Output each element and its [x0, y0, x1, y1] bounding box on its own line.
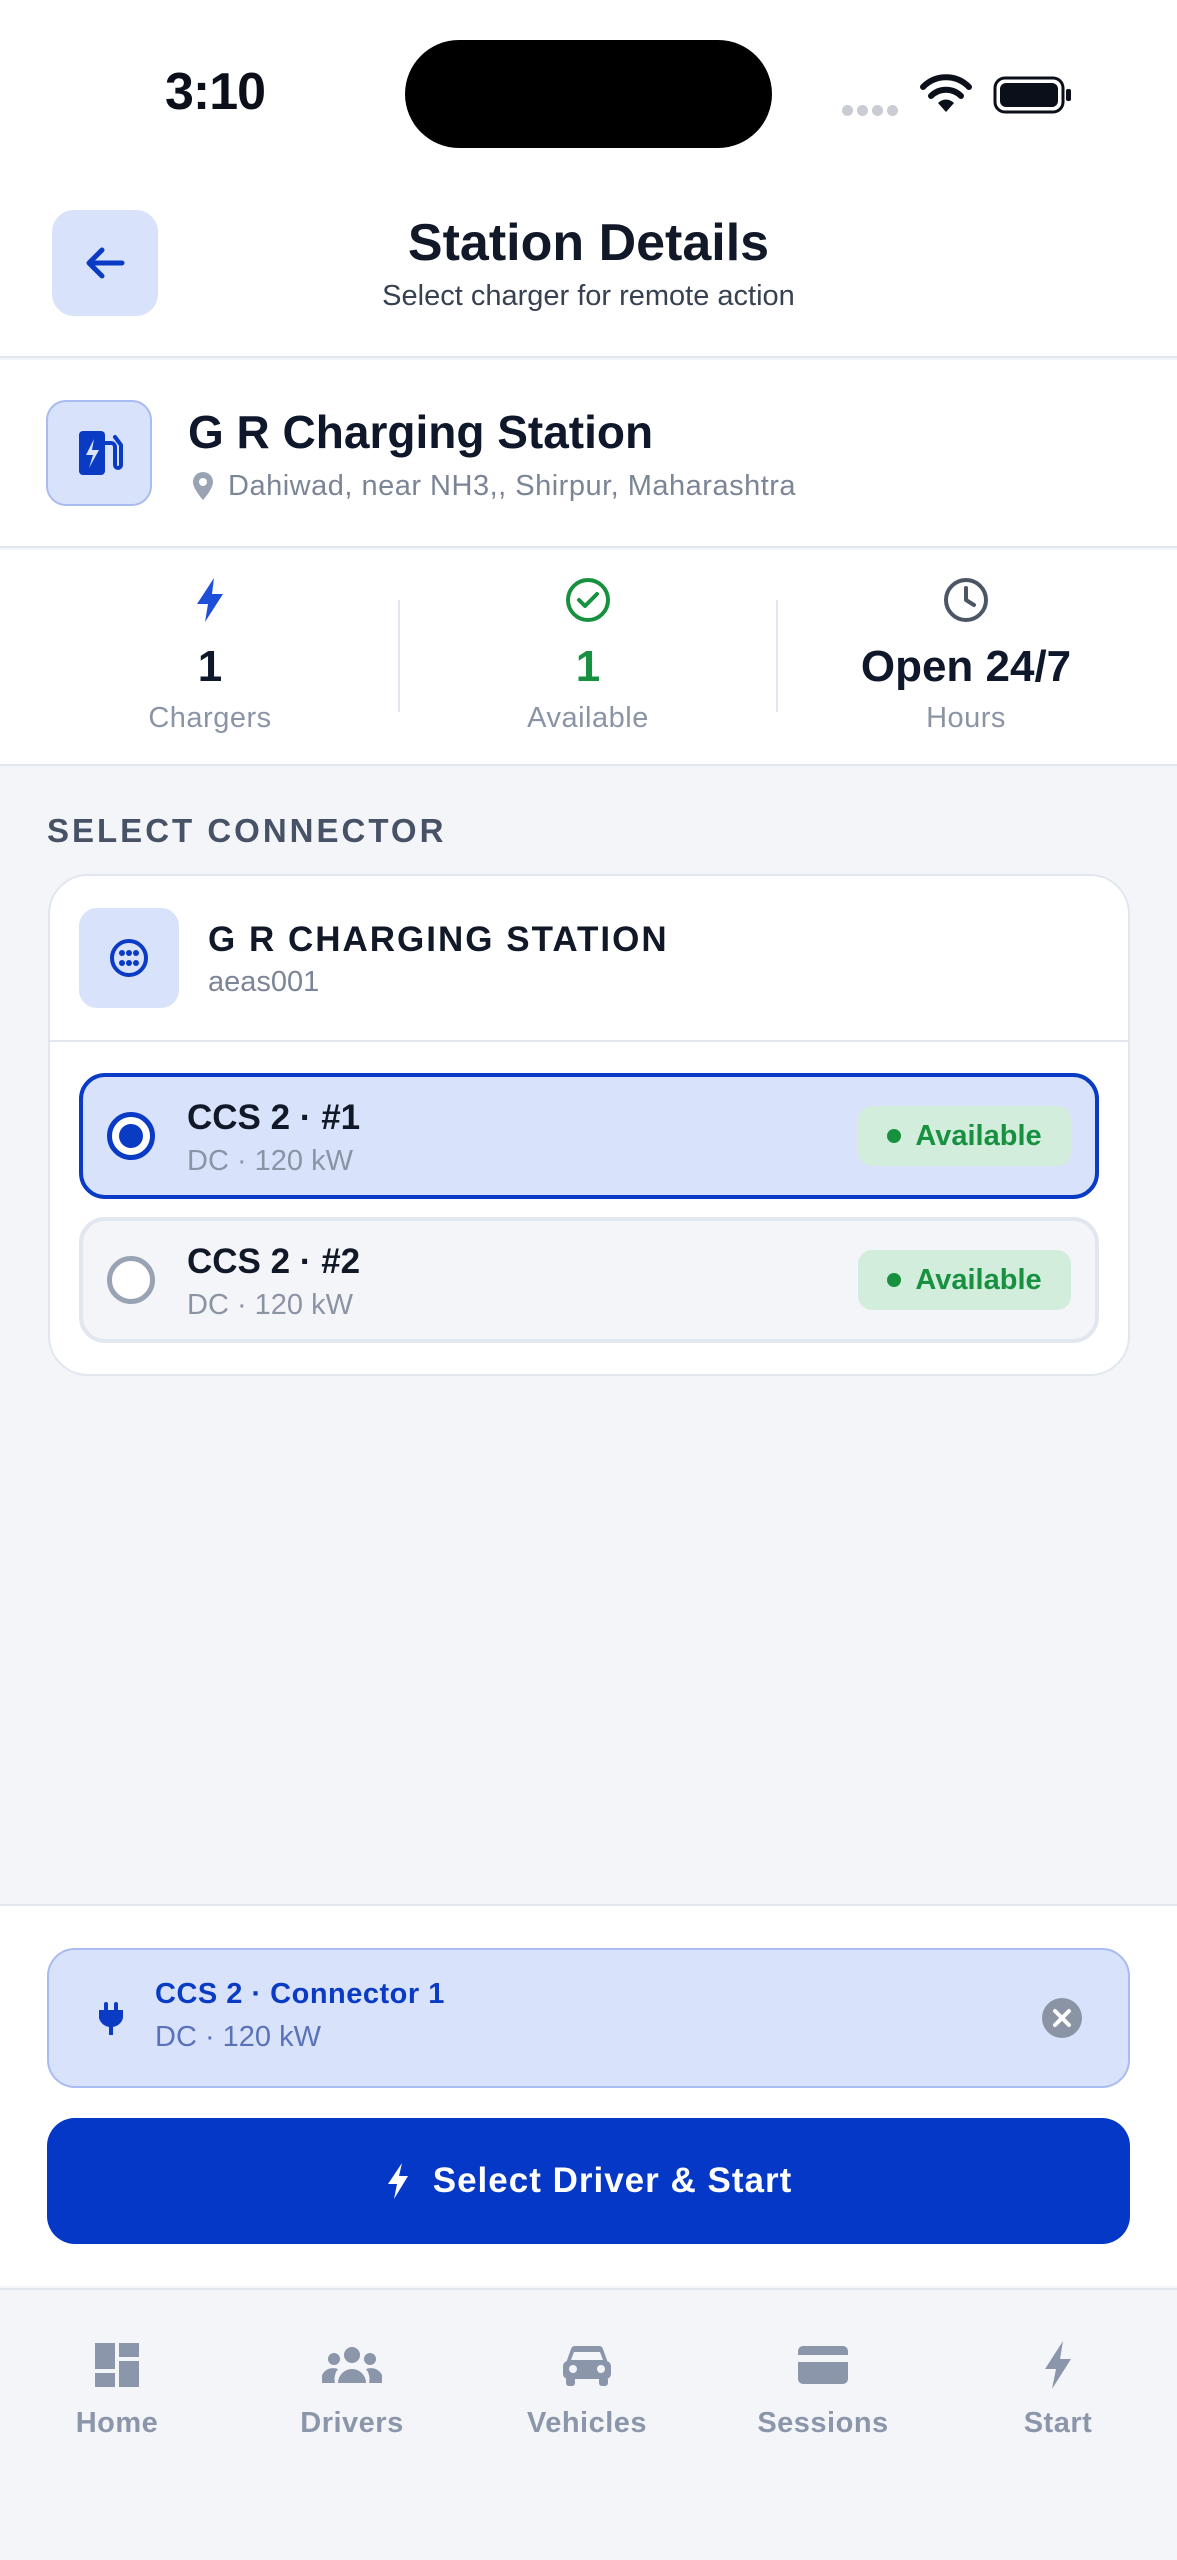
selected-connector-chip: [47, 1948, 1130, 2088]
connector-subtitle: DC · 120 kW: [187, 1145, 353, 1177]
nav-item-home[interactable]: Home: [17, 2335, 217, 2440]
nav-label: Start: [1023, 2407, 1093, 2439]
car-icon: [563, 2345, 611, 2386]
page-title: Station Details: [407, 214, 770, 272]
stat-value: 1: [197, 642, 223, 691]
status-dot: [887, 1273, 902, 1287]
status-badge: Available: [858, 1106, 1071, 1166]
connector-plug-icon: [79, 908, 179, 1008]
people-icon: [322, 2347, 382, 2383]
stat-value: Open 24/7: [860, 642, 1072, 691]
bolt-icon: [387, 2163, 408, 2199]
dynamic-island: [405, 40, 772, 148]
nav-item-sessions[interactable]: Sessions: [723, 2335, 923, 2440]
nav-item-vehicles[interactable]: Vehicles: [487, 2335, 687, 2440]
status-text: Available: [915, 1263, 1042, 1296]
stat-label: Chargers: [148, 702, 272, 734]
status-dot: [887, 1129, 902, 1143]
check-circle-icon: [566, 578, 610, 622]
card-icon: [798, 2346, 848, 2384]
nav-item-drivers[interactable]: Drivers: [252, 2335, 452, 2440]
status-text: Available: [915, 1119, 1042, 1152]
radio-unselected[interactable]: [107, 1256, 155, 1304]
signal-icon: [842, 103, 902, 121]
close-icon[interactable]: [1041, 1997, 1083, 2039]
dashboard-icon: [95, 2343, 139, 2387]
stat-value: 1: [575, 642, 601, 691]
connector-title: CCS 2 · #1: [187, 1098, 361, 1137]
station-name: G R Charging Station: [188, 406, 654, 458]
location-pin-icon: [193, 472, 213, 500]
selected-connector-subtitle: DC · 120 kW: [155, 2021, 321, 2053]
select-driver-start-button[interactable]: Select Driver & Start: [47, 2118, 1130, 2244]
section-label: SELECT CONNECTOR: [47, 812, 447, 849]
charger-id: aeas001: [208, 966, 320, 998]
nav-label: Vehicles: [526, 2407, 648, 2439]
bolt-icon: [1045, 2341, 1071, 2389]
connector-subtitle: DC · 120 kW: [187, 1289, 353, 1321]
charger-name: G R CHARGING STATION: [208, 920, 669, 959]
stat-label: Available: [527, 702, 649, 734]
nav-label: Home: [75, 2407, 159, 2439]
card-divider: [50, 1040, 1128, 1042]
stat-label: Hours: [926, 702, 1006, 734]
nav-label: Sessions: [757, 2407, 889, 2439]
status-badge: Available: [858, 1250, 1071, 1310]
nav-item-start[interactable]: Start: [958, 2335, 1158, 2440]
page-subtitle: Select charger for remote action: [382, 280, 795, 312]
status-time: 3:10: [165, 63, 266, 121]
start-button-label: Select Driver & Start: [432, 2161, 793, 2200]
plug-icon: [99, 2002, 123, 2035]
stat-chargers: 1 Chargers: [20, 570, 400, 750]
station-address: Dahiwad, near NH3,, Shirpur, Maharashtra: [228, 470, 797, 502]
wifi-icon: [920, 74, 972, 112]
radio-selected[interactable]: [107, 1112, 155, 1160]
nav-label: Drivers: [300, 2407, 404, 2439]
stat-hours: Open 24/7 Hours: [776, 570, 1156, 750]
ev-station-icon: [46, 400, 152, 506]
clock-icon: [944, 578, 988, 622]
battery-icon: [993, 76, 1071, 114]
selected-connector-title: CCS 2 · Connector 1: [155, 1978, 445, 2010]
bolt-icon: [197, 578, 223, 622]
connector-title: CCS 2 · #2: [187, 1242, 361, 1281]
stat-available: 1 Available: [398, 570, 778, 750]
